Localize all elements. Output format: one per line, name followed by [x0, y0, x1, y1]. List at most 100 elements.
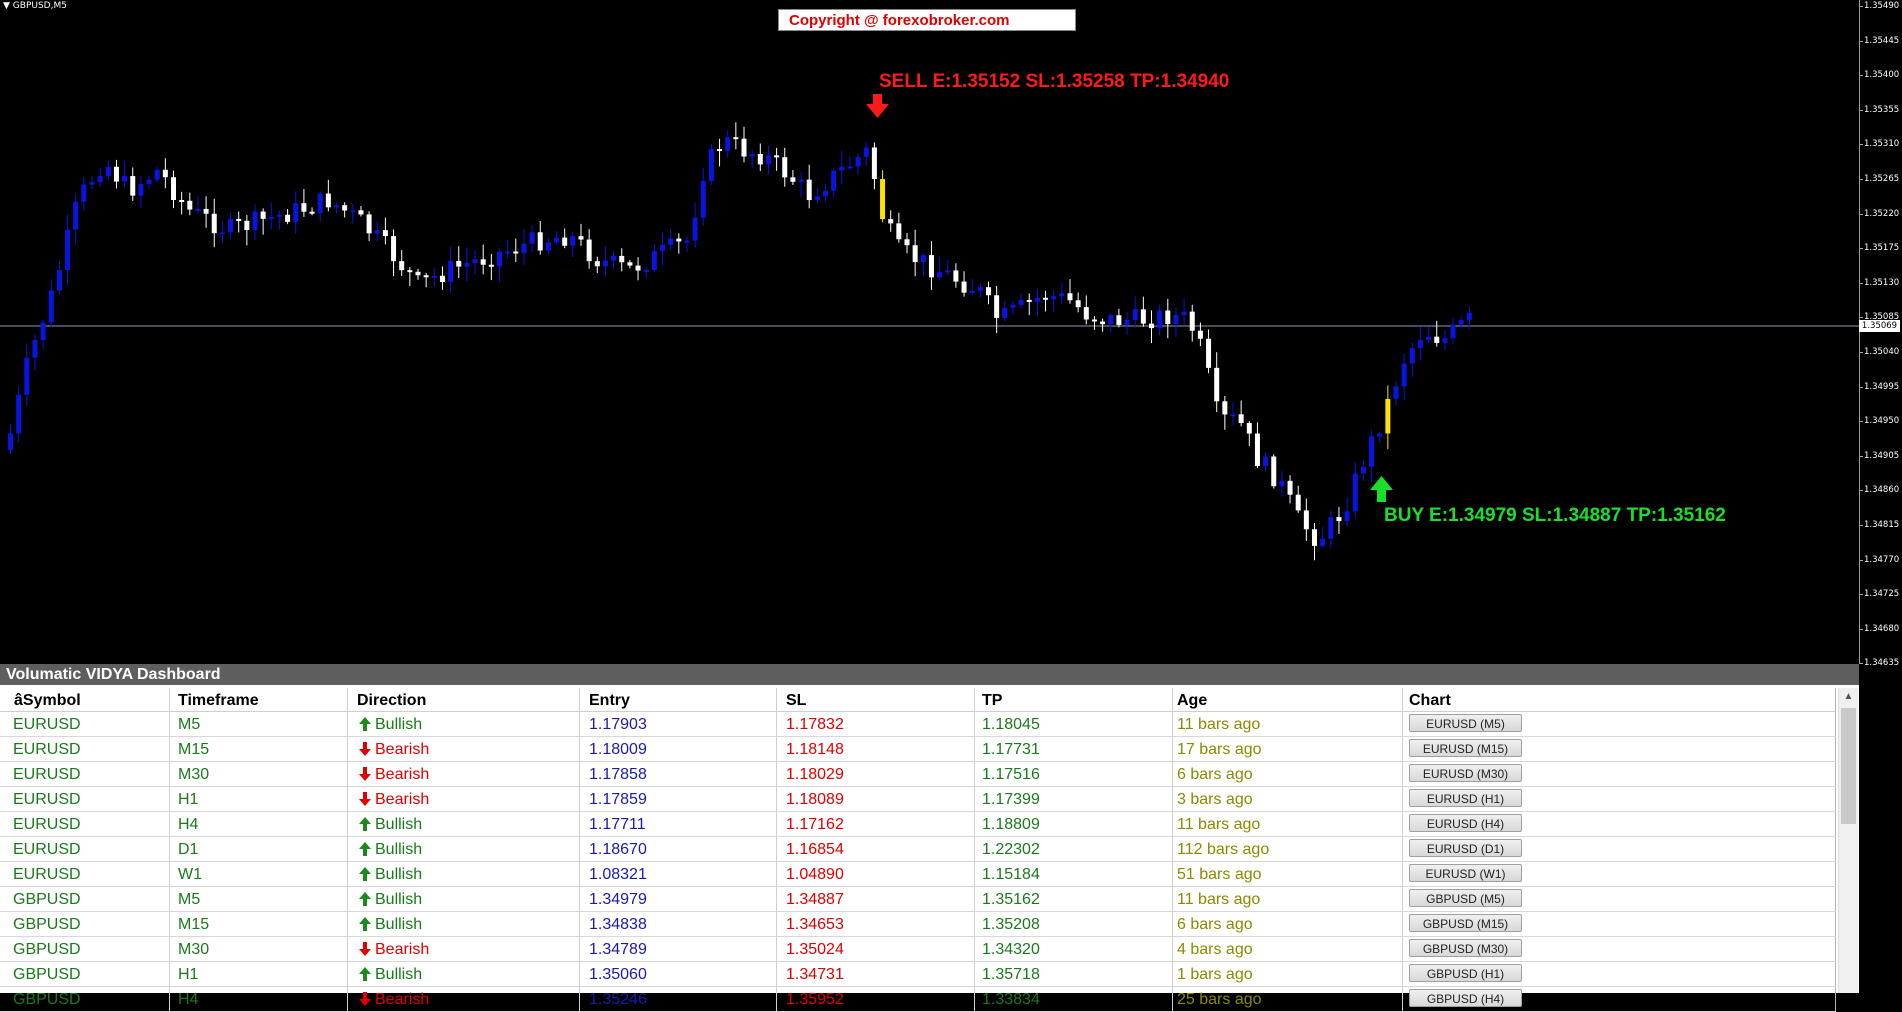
table-row: GBPUSD M5 Bullish 1.34979 1.34887 1.35162 11 b…	[0, 887, 1836, 912]
candle-body	[708, 149, 714, 181]
candle-body	[1409, 348, 1415, 364]
cell-direction: Bullish	[348, 837, 580, 861]
copyright-banner: Copyright @ forexobroker.com	[778, 9, 1076, 31]
cell-age: 1 bars ago	[1173, 962, 1403, 986]
cell-chart: GBPUSD (M30)	[1403, 937, 1836, 961]
open-chart-button[interactable]: EURUSD (D1)	[1409, 839, 1522, 857]
open-chart-button[interactable]: EURUSD (M5)	[1409, 714, 1522, 732]
candle-body	[1124, 319, 1130, 325]
candle-body	[513, 251, 519, 254]
candle-body	[162, 169, 168, 178]
cell-timeframe: H4	[170, 987, 348, 1011]
candle-body	[774, 155, 780, 158]
candle-body	[627, 262, 633, 266]
cell-age: 11 bars ago	[1173, 712, 1403, 736]
candle-body	[431, 275, 437, 278]
dashboard-scrollbar[interactable]: ▲	[1838, 688, 1858, 993]
candle-body	[130, 176, 136, 196]
candle-body	[472, 259, 478, 263]
candle-body	[228, 218, 234, 233]
price-chart[interactable]: ▼ GBPUSD,M5 Copyright @ forexobroker.com…	[0, 0, 1902, 668]
candle-body	[594, 261, 600, 267]
candle-body	[32, 339, 38, 358]
candle-body	[537, 232, 543, 251]
price-tick-label: 1.35400	[1858, 70, 1900, 81]
candle-body	[293, 203, 299, 222]
open-chart-button[interactable]: GBPUSD (M15)	[1409, 914, 1522, 932]
candle-body	[73, 201, 79, 230]
cell-sl: 1.35024	[777, 937, 975, 961]
candle-body	[611, 255, 617, 261]
table-row: EURUSD W1 Bullish 1.08321 1.04890 1.15184 51 b…	[0, 862, 1836, 887]
header-age[interactable]: Age	[1173, 688, 1403, 711]
candle-body	[252, 211, 258, 230]
cell-symbol: GBPUSD	[0, 987, 170, 1011]
candle-body	[570, 236, 576, 246]
candle-body	[89, 182, 95, 185]
cell-timeframe: H1	[170, 962, 348, 986]
candle-body	[1222, 401, 1228, 415]
cell-sl: 1.35952	[777, 987, 975, 1011]
dashboard-title: Volumatic VIDYA Dashboard	[0, 664, 1859, 685]
scroll-up-icon[interactable]: ▲	[1839, 688, 1858, 706]
cell-tp: 1.18809	[975, 812, 1173, 836]
candle-body	[806, 179, 812, 201]
candle-body	[195, 208, 201, 211]
candle-body	[1034, 297, 1040, 302]
candle-body	[122, 176, 128, 182]
arrow-up-icon	[357, 840, 373, 856]
candle-body	[1271, 456, 1277, 487]
candle-body	[1295, 494, 1301, 511]
price-tick-label: 1.35310	[1858, 139, 1900, 150]
candle-body	[1303, 510, 1309, 530]
header-entry[interactable]: Entry	[580, 688, 777, 711]
candle-body	[969, 290, 975, 293]
candle-body	[407, 270, 413, 273]
header-timeframe[interactable]: Timeframe	[170, 688, 348, 711]
cell-chart: EURUSD (H1)	[1403, 787, 1836, 811]
cell-age: 11 bars ago	[1173, 812, 1403, 836]
cell-direction: Bearish	[348, 762, 580, 786]
candle-body	[456, 260, 462, 267]
open-chart-button[interactable]: EURUSD (H4)	[1409, 814, 1522, 832]
candle-body	[798, 179, 804, 182]
open-chart-button[interactable]: EURUSD (M15)	[1409, 739, 1522, 757]
candle-body	[1116, 315, 1122, 325]
open-chart-button[interactable]: GBPUSD (H1)	[1409, 964, 1522, 982]
open-chart-button[interactable]: EURUSD (H1)	[1409, 789, 1522, 807]
arrow-down-icon	[357, 765, 373, 781]
direction-text: Bullish	[375, 966, 423, 983]
candlestick-chart[interactable]	[0, 0, 1859, 663]
cell-sl: 1.34653	[777, 912, 975, 936]
candle-body	[138, 183, 144, 196]
candle-body	[399, 261, 405, 271]
price-tick-label: 1.35040	[1858, 347, 1900, 357]
cell-tp: 1.17731	[975, 737, 1173, 761]
candle-body	[855, 156, 861, 167]
cell-timeframe: M30	[170, 762, 348, 786]
header-symbol[interactable]: âSymbol	[0, 688, 170, 711]
open-chart-button[interactable]: GBPUSD (H4)	[1409, 989, 1522, 1007]
candle-body	[464, 262, 470, 267]
price-tick-label: 1.34680	[1858, 623, 1900, 634]
table-header-row: âSymbol Timeframe Direction Entry SL TP …	[0, 688, 1836, 712]
open-chart-button[interactable]: GBPUSD (M5)	[1409, 889, 1522, 907]
cell-direction: Bullish	[348, 812, 580, 836]
open-chart-button[interactable]: EURUSD (M30)	[1409, 764, 1522, 782]
open-chart-button[interactable]: GBPUSD (M30)	[1409, 939, 1522, 957]
candle-body	[725, 137, 731, 151]
header-sl[interactable]: SL	[777, 688, 975, 711]
header-direction[interactable]: Direction	[348, 688, 580, 711]
cell-direction: Bearish	[348, 737, 580, 761]
open-chart-button[interactable]: EURUSD (W1)	[1409, 864, 1522, 882]
candle-body	[1377, 433, 1383, 437]
candle-body	[831, 170, 837, 191]
scroll-thumb[interactable]	[1841, 708, 1856, 824]
candle-body	[203, 208, 209, 214]
header-chart[interactable]: Chart	[1403, 688, 1836, 711]
cell-timeframe: M15	[170, 912, 348, 936]
candle-body	[1157, 310, 1163, 329]
header-tp[interactable]: TP	[975, 688, 1173, 711]
dashboard-table: âSymbol Timeframe Direction Entry SL TP …	[0, 688, 1836, 1012]
candle-body	[863, 147, 869, 157]
